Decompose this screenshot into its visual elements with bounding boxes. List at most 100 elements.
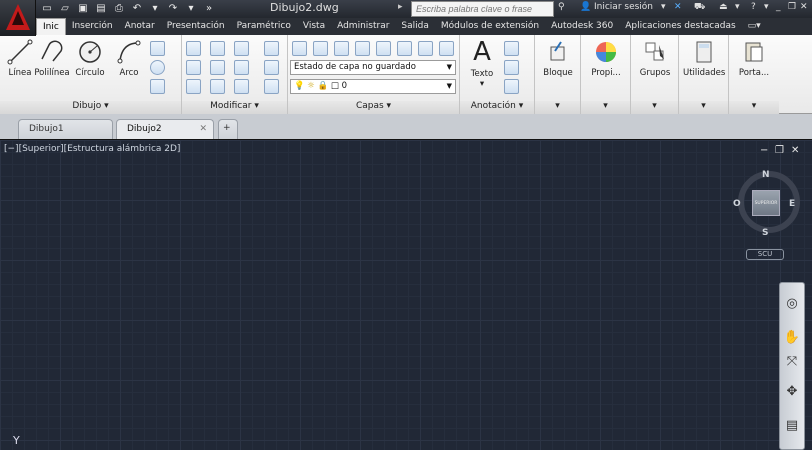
text-tool[interactable]: A Texto ▾ [462, 37, 502, 89]
tab-vista[interactable]: Vista [297, 18, 331, 35]
tab-modulos[interactable]: Módulos de extensión [435, 18, 545, 35]
panel-label-capas[interactable]: Capas ▾ [288, 101, 459, 114]
leader-icon[interactable] [504, 60, 519, 75]
tab-administrar[interactable]: Administrar [331, 18, 395, 35]
move-icon[interactable] [186, 41, 201, 56]
layer-off-icon[interactable] [334, 41, 349, 56]
binoculars-icon[interactable]: ⚲ [558, 2, 565, 12]
table-icon[interactable] [504, 79, 519, 94]
help-dropdown-icon[interactable]: ▾ [764, 2, 769, 12]
minimize-icon[interactable]: _ [776, 2, 781, 12]
compass-west[interactable]: O [733, 199, 741, 209]
open-icon[interactable]: ▱ [58, 2, 72, 15]
search-expand-icon[interactable]: ▸ [398, 2, 408, 15]
doc-tab-dibujo2[interactable]: Dibujo2 ✕ [116, 119, 214, 139]
arc-tool[interactable]: Arco [109, 37, 149, 78]
panel-label-propiedades[interactable]: ▾ [581, 101, 630, 114]
fillet-icon[interactable] [234, 60, 249, 75]
connect-icon[interactable]: ⏏ [719, 2, 728, 12]
tab-inic[interactable]: Inic [36, 18, 66, 35]
groups-tool[interactable]: Grupos [634, 37, 676, 78]
array-icon[interactable] [234, 79, 249, 94]
viewport-restore-icon[interactable]: ❐ [775, 145, 784, 156]
layer-walk-icon[interactable] [418, 41, 433, 56]
tab-presentacion[interactable]: Presentación [161, 18, 231, 35]
copy-icon[interactable] [186, 60, 201, 75]
tab-anotar[interactable]: Anotar [119, 18, 161, 35]
viewcube[interactable]: SUPERIOR [752, 190, 780, 216]
application-menu-button[interactable] [0, 0, 36, 36]
ribbon-options-icon[interactable]: ▭▾ [742, 18, 767, 35]
tab-autodesk360[interactable]: Autodesk 360 [545, 18, 619, 35]
exchange-icon[interactable]: ✕ [674, 2, 682, 12]
saveas-icon[interactable]: ▤ [94, 2, 108, 15]
clipboard-tool[interactable]: Porta... [733, 37, 775, 78]
close-window-icon[interactable]: ✕ [800, 2, 808, 12]
rectangle-icon[interactable] [150, 41, 165, 56]
steering-wheel-icon[interactable]: ◎ [783, 295, 801, 313]
tab-insercion[interactable]: Inserción [66, 18, 119, 35]
panel-label-portapapeles[interactable]: ▾ [729, 101, 779, 114]
signin-link[interactable]: Iniciar sesión [594, 2, 653, 12]
current-layer-dropdown[interactable]: 💡 ☼ 🔒 □ 0 ▼ [290, 79, 456, 94]
cart-icon[interactable]: ⛟ [694, 2, 705, 13]
viewport-close-icon[interactable]: ✕ [791, 145, 799, 156]
restore-icon[interactable]: ❐ [788, 2, 796, 12]
new-icon[interactable]: ▭ [40, 2, 54, 15]
signin-dropdown-icon[interactable]: ▾ [661, 2, 666, 12]
panel-label-anotacion[interactable]: Anotación ▾ [460, 101, 534, 114]
offset-icon[interactable] [264, 79, 279, 94]
new-tab-button[interactable]: + [218, 119, 238, 139]
customize-qat-icon[interactable]: » [202, 2, 216, 15]
viewport-controls-label[interactable]: [−][Superior][Estructura alámbrica 2D] [4, 144, 180, 154]
ellipse-icon[interactable] [150, 60, 165, 75]
panel-label-utilidades[interactable]: ▾ [679, 101, 728, 114]
dimension-icon[interactable] [504, 41, 519, 56]
redo-dropdown-icon[interactable]: ▾ [184, 2, 198, 15]
erase-icon[interactable] [264, 41, 279, 56]
compass-south[interactable]: S [762, 228, 768, 238]
panel-label-dibujo[interactable]: Dibujo ▾ [0, 101, 181, 114]
ucs-menu[interactable]: SCU [746, 249, 784, 260]
showmotion-icon[interactable]: ▤ [783, 417, 801, 435]
panel-label-modificar[interactable]: Modificar ▾ [182, 101, 287, 114]
zoom-extents-icon[interactable]: ⤧ [783, 353, 801, 371]
scale-icon[interactable] [210, 79, 225, 94]
pan-hand-icon[interactable]: ✋ [783, 329, 801, 347]
drawing-canvas[interactable]: [−][Superior][Estructura alámbrica 2D] −… [0, 139, 812, 450]
block-tool[interactable]: Bloque [537, 37, 579, 78]
trim-icon[interactable] [234, 41, 249, 56]
compass-east[interactable]: E [789, 199, 795, 209]
rotate-icon[interactable] [210, 41, 225, 56]
tab-aplicaciones[interactable]: Aplicaciones destacadas [619, 18, 741, 35]
circle-tool[interactable]: Círculo [70, 37, 110, 78]
connect-dropdown-icon[interactable]: ▾ [735, 2, 740, 12]
tab-salida[interactable]: Salida [395, 18, 434, 35]
print-icon[interactable]: ⎙ [112, 2, 126, 15]
layer-previous-icon[interactable] [439, 41, 454, 56]
compass-north[interactable]: N [762, 170, 770, 180]
panel-label-grupos[interactable]: ▾ [631, 101, 678, 114]
hatch-icon[interactable] [150, 79, 165, 94]
undo-icon[interactable]: ↶ [130, 2, 144, 15]
mirror-icon[interactable] [210, 60, 225, 75]
layer-match-icon[interactable] [313, 41, 328, 56]
explode-icon[interactable] [264, 60, 279, 75]
panel-label-bloque[interactable]: ▾ [535, 101, 580, 114]
tab-parametrico[interactable]: Paramétrico [231, 18, 297, 35]
undo-dropdown-icon[interactable]: ▾ [148, 2, 162, 15]
properties-tool[interactable]: Propi... [585, 37, 627, 78]
layer-state-dropdown[interactable]: Estado de capa no guardado ▼ [290, 60, 456, 75]
layer-properties-icon[interactable] [292, 41, 307, 56]
save-icon[interactable]: ▣ [76, 2, 90, 15]
polyline-tool[interactable]: Polilínea [32, 37, 72, 78]
help-icon[interactable]: ? [751, 2, 756, 12]
redo-icon[interactable]: ↷ [166, 2, 180, 15]
layer-isolate-icon[interactable] [355, 41, 370, 56]
viewport-minimize-icon[interactable]: − [760, 145, 768, 156]
layer-lock-icon[interactable] [397, 41, 412, 56]
orbit-icon[interactable]: ✥ [783, 383, 801, 401]
stretch-icon[interactable] [186, 79, 201, 94]
search-input[interactable] [411, 1, 554, 17]
user-icon[interactable]: 👤 [580, 2, 591, 12]
